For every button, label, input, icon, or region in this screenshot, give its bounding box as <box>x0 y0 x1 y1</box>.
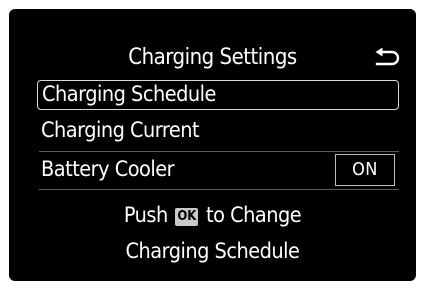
menu-item-label: Charging Schedule <box>42 82 216 107</box>
menu-item-charging-current[interactable]: Charging Current <box>37 117 399 147</box>
hint-line-1: Push OK to Change <box>9 203 416 229</box>
back-arrow-icon[interactable] <box>373 48 401 68</box>
hint-prefix: Push <box>123 203 168 228</box>
settings-screen: Charging Settings Charging Schedule Char… <box>9 9 416 281</box>
menu-item-label: Battery Cooler <box>41 157 175 182</box>
menu-item-label: Charging Current <box>41 118 200 143</box>
battery-cooler-value: ON <box>335 154 395 186</box>
hint-suffix: to Change <box>206 203 302 228</box>
hint-target: Charging Schedule <box>125 239 300 264</box>
menu-item-charging-schedule[interactable]: Charging Schedule <box>37 80 399 110</box>
ok-button-icon: OK <box>175 208 199 226</box>
page-title: Charging Settings <box>128 45 297 70</box>
menu-divider <box>39 189 399 190</box>
menu-divider <box>39 151 399 152</box>
menu-item-battery-cooler[interactable]: Battery Cooler ON <box>37 154 399 186</box>
